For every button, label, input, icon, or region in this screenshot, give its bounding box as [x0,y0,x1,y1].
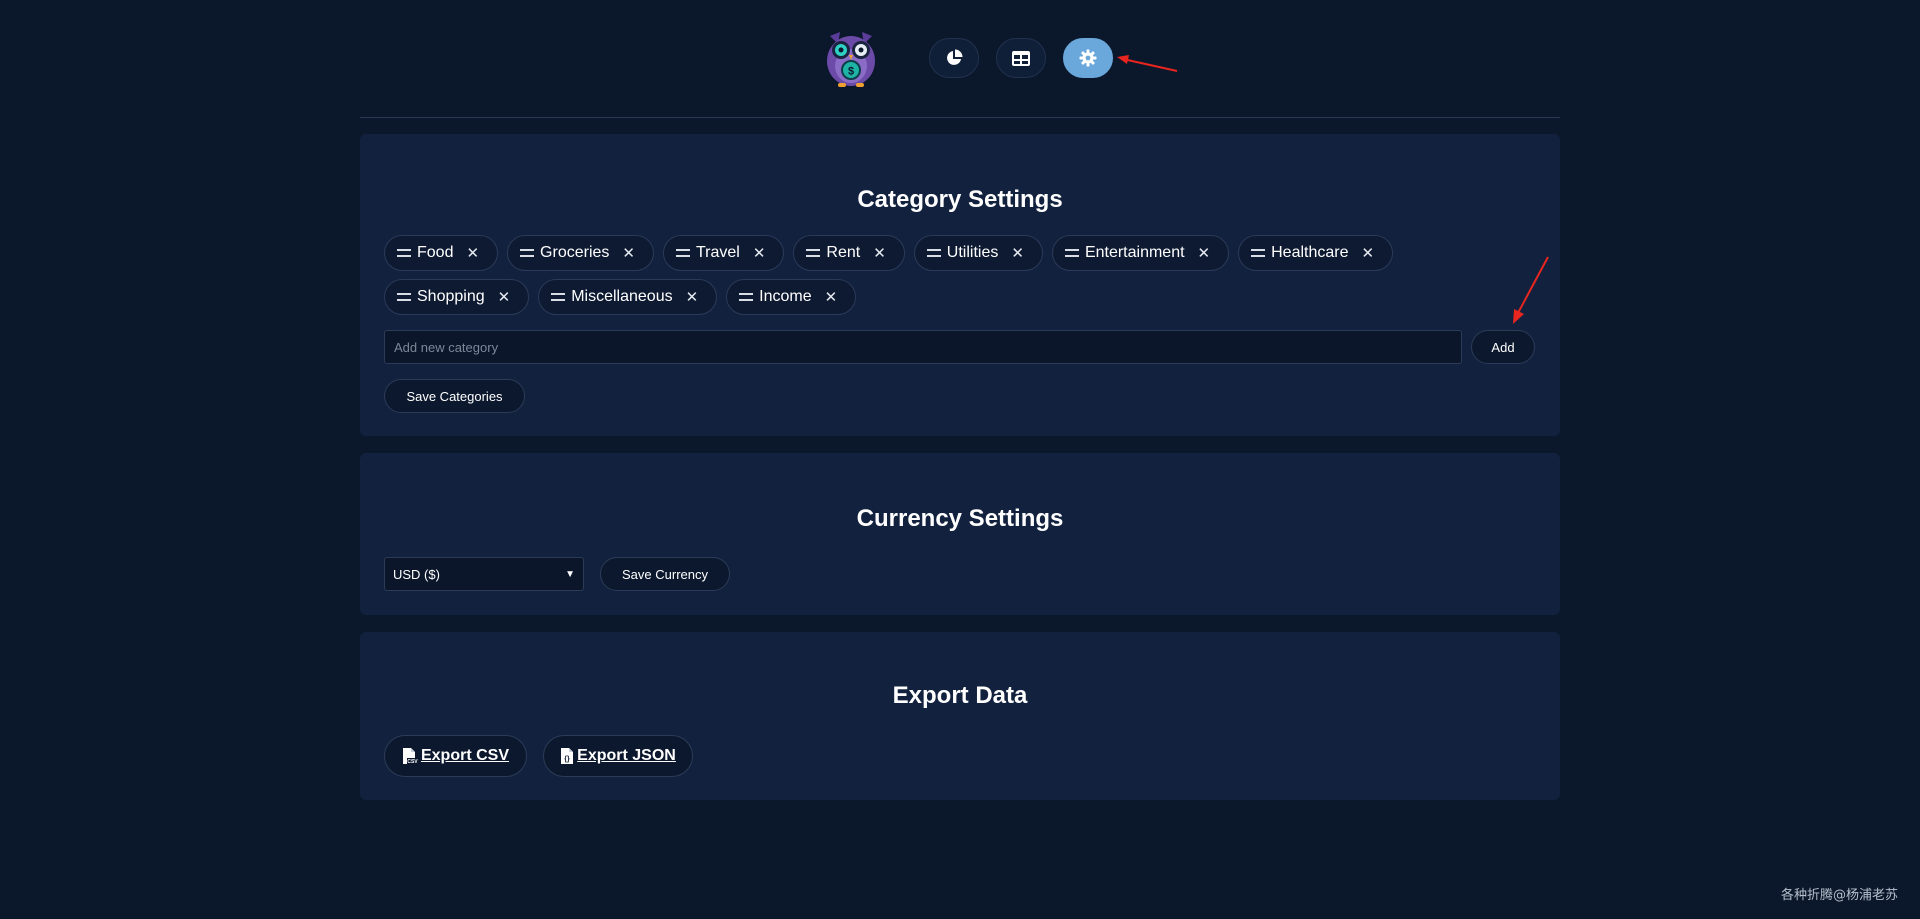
category-chip-label: Shopping [417,288,485,305]
close-icon[interactable]: ✕ [1362,244,1375,262]
category-chip-label: Miscellaneous [571,288,673,305]
close-icon[interactable]: ✕ [498,288,511,306]
close-icon[interactable]: ✕ [753,244,766,262]
chart-nav-button[interactable] [929,38,979,78]
close-icon[interactable]: ✕ [622,244,635,262]
close-icon[interactable]: ✕ [466,244,479,262]
new-category-input[interactable] [384,330,1462,364]
drag-handle-icon[interactable] [1251,249,1266,257]
table-icon [1012,50,1030,66]
watermark: 各种折腾@杨浦老苏 [1780,888,1898,903]
drag-handle-icon[interactable] [806,249,821,257]
chevron-down-icon: ▼ [565,568,575,580]
category-chip[interactable]: Shopping ✕ [384,279,530,315]
category-chip-label: Travel [695,244,740,261]
export-data-title: Export Data [892,682,1028,709]
close-icon[interactable]: ✕ [1198,244,1211,262]
close-icon[interactable]: ✕ [1011,244,1024,262]
category-chip-label: Income [759,288,812,305]
drag-handle-icon[interactable] [397,293,411,301]
category-chip[interactable]: Food ✕ [384,235,499,271]
drag-handle-icon[interactable] [520,249,535,257]
currency-settings-card: Currency Settings USD ($) ▼ Save Currenc… [360,453,1560,615]
currency-select[interactable]: USD ($) ▼ [384,557,584,591]
save-currency-button[interactable]: Save Currency [600,557,730,591]
save-categories-button[interactable]: Save Categories [384,379,525,413]
drag-handle-icon[interactable] [675,249,690,257]
drag-handle-icon[interactable] [1064,249,1079,257]
export-json-label: Export JSON [577,747,676,764]
category-chip-label: Groceries [540,244,610,261]
drag-handle-icon[interactable] [739,293,754,301]
category-chip-label: Rent [826,244,861,261]
pie-chart-icon [947,49,963,65]
category-chip-label: Utilities [946,244,999,261]
export-data-card: Export Data CSV Export CSV {} Export JSO… [360,632,1560,800]
category-chip-label: Food [417,244,454,261]
category-chip[interactable]: Miscellaneous ✕ [538,279,718,315]
category-chip-label: Entertainment [1084,244,1185,261]
category-chip[interactable]: Travel ✕ [662,235,785,271]
category-settings-title: Category Settings [857,186,1063,213]
export-json-button[interactable]: {} Export JSON [543,735,693,777]
currency-settings-title: Currency Settings [856,505,1064,532]
app-root: $ Category Settings Food ✕ Groceries ✕ T… [0,0,1920,919]
currency-select-value: USD ($) [393,566,440,582]
table-nav-button[interactable] [996,38,1046,78]
svg-text:{}: {} [564,756,570,763]
drag-handle-icon[interactable] [397,249,411,257]
category-chip[interactable]: Income ✕ [726,279,857,315]
category-settings-card: Category Settings Food ✕ Groceries ✕ Travel ✕… [360,134,1560,436]
owl-logo: $ [822,28,880,88]
export-csv-label: Export CSV [420,747,509,764]
drag-handle-icon[interactable] [926,249,941,257]
json-file-icon: {} [561,747,574,764]
category-chip[interactable]: Rent ✕ [793,235,905,271]
settings-nav-button[interactable] [1063,38,1113,78]
category-chip-list: Food ✕ Groceries ✕ Travel ✕ Rent ✕ Utilities ✕ Ent… [384,235,1544,315]
svg-text:$: $ [848,66,854,78]
close-icon[interactable]: ✕ [686,288,699,306]
export-csv-button[interactable]: CSV Export CSV [384,735,527,777]
category-chip[interactable]: Groceries ✕ [507,235,654,271]
app-header: $ [360,0,1560,118]
svg-text:CSV: CSV [407,759,418,765]
category-chip[interactable]: Utilities ✕ [913,235,1043,271]
drag-handle-icon[interactable] [551,293,566,301]
close-icon[interactable]: ✕ [873,244,886,262]
category-chip[interactable]: Healthcare ✕ [1238,235,1394,271]
add-category-button[interactable]: Add [1471,330,1535,364]
csv-file-icon: CSV [402,747,418,765]
gear-icon [1079,49,1097,67]
close-icon[interactable]: ✕ [825,288,838,306]
category-chip-label: Healthcare [1271,244,1349,261]
category-chip[interactable]: Entertainment ✕ [1051,235,1230,271]
